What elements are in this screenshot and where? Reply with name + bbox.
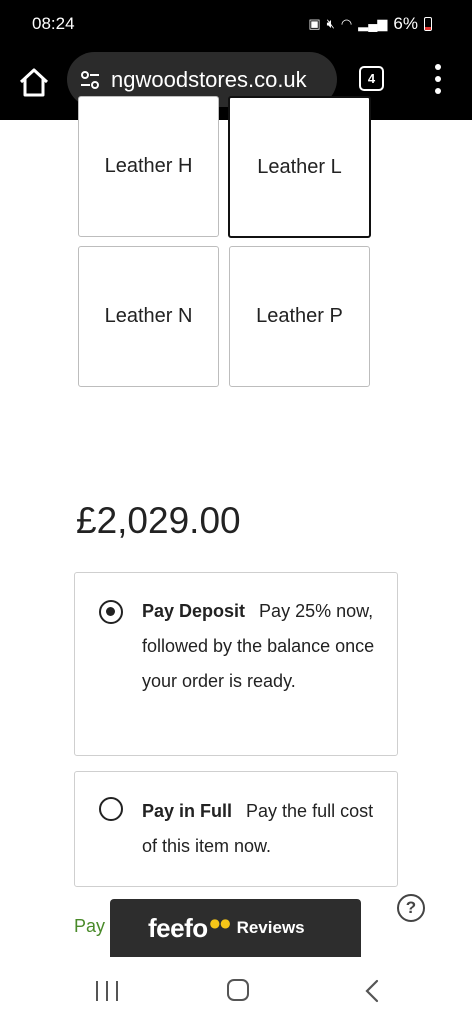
swatch-leather-n[interactable]: Leather N bbox=[78, 246, 219, 387]
battery-icon bbox=[424, 17, 432, 31]
status-bar: 08:24 ▣ 🔇︎ ◠ ▂▄▆ 6% bbox=[0, 0, 472, 52]
more-menu-icon[interactable] bbox=[432, 64, 444, 94]
home-icon[interactable] bbox=[16, 64, 52, 100]
pay-full-text: Pay in Full Pay the full cost of this ite… bbox=[142, 794, 379, 864]
status-icons: ▣ 🔇︎ ◠ ▂▄▆ 6% bbox=[308, 14, 432, 34]
pay-full-title: Pay in Full bbox=[142, 801, 233, 821]
pay-full-option[interactable]: Pay in Full Pay the full cost of this ite… bbox=[74, 771, 398, 887]
pay-link[interactable]: Pay bbox=[74, 916, 105, 937]
feefo-eyes-icon: ●● bbox=[209, 916, 231, 930]
swatch-leather-p[interactable]: Leather P bbox=[229, 246, 370, 387]
radio-selected-dot bbox=[106, 607, 115, 616]
feefo-logo: feefo bbox=[148, 912, 208, 943]
signal-icon: ▂▄▆ bbox=[358, 16, 388, 31]
help-button[interactable]: ? bbox=[397, 894, 425, 922]
tab-switcher-button[interactable]: 4 bbox=[359, 66, 384, 91]
product-price: £2,029.00 bbox=[76, 500, 241, 541]
pay-deposit-title: Pay Deposit bbox=[142, 601, 246, 621]
status-time: 08:24 bbox=[32, 14, 75, 33]
site-settings-icon[interactable] bbox=[79, 69, 101, 91]
system-nav-bar bbox=[0, 957, 472, 1024]
wifi-icon: ◠ bbox=[340, 16, 353, 31]
back-icon[interactable] bbox=[362, 979, 384, 1003]
swatch-leather-l[interactable]: Leather L bbox=[228, 96, 371, 238]
feefo-reviews-button[interactable]: feefo ●● Reviews bbox=[110, 899, 361, 957]
pay-deposit-text: Pay Deposit Pay 25% now, followed by the … bbox=[142, 594, 379, 699]
battery-percent: 6% bbox=[393, 14, 418, 33]
url-text[interactable]: ngwoodstores.co.uk bbox=[111, 67, 307, 93]
pay-full-radio[interactable] bbox=[99, 797, 123, 821]
swatch-leather-h[interactable]: Leather H bbox=[78, 96, 219, 237]
pay-deposit-option[interactable]: Pay Deposit Pay 25% now, followed by the … bbox=[74, 572, 398, 756]
feefo-reviews-label: Reviews bbox=[236, 918, 305, 937]
pay-deposit-radio[interactable] bbox=[99, 600, 123, 624]
mute-icon: 🔇︎ bbox=[326, 16, 335, 31]
battery-saver-icon: ▣ bbox=[308, 16, 321, 31]
recent-apps-icon[interactable] bbox=[96, 981, 118, 1001]
home-nav-icon[interactable] bbox=[227, 979, 249, 1001]
